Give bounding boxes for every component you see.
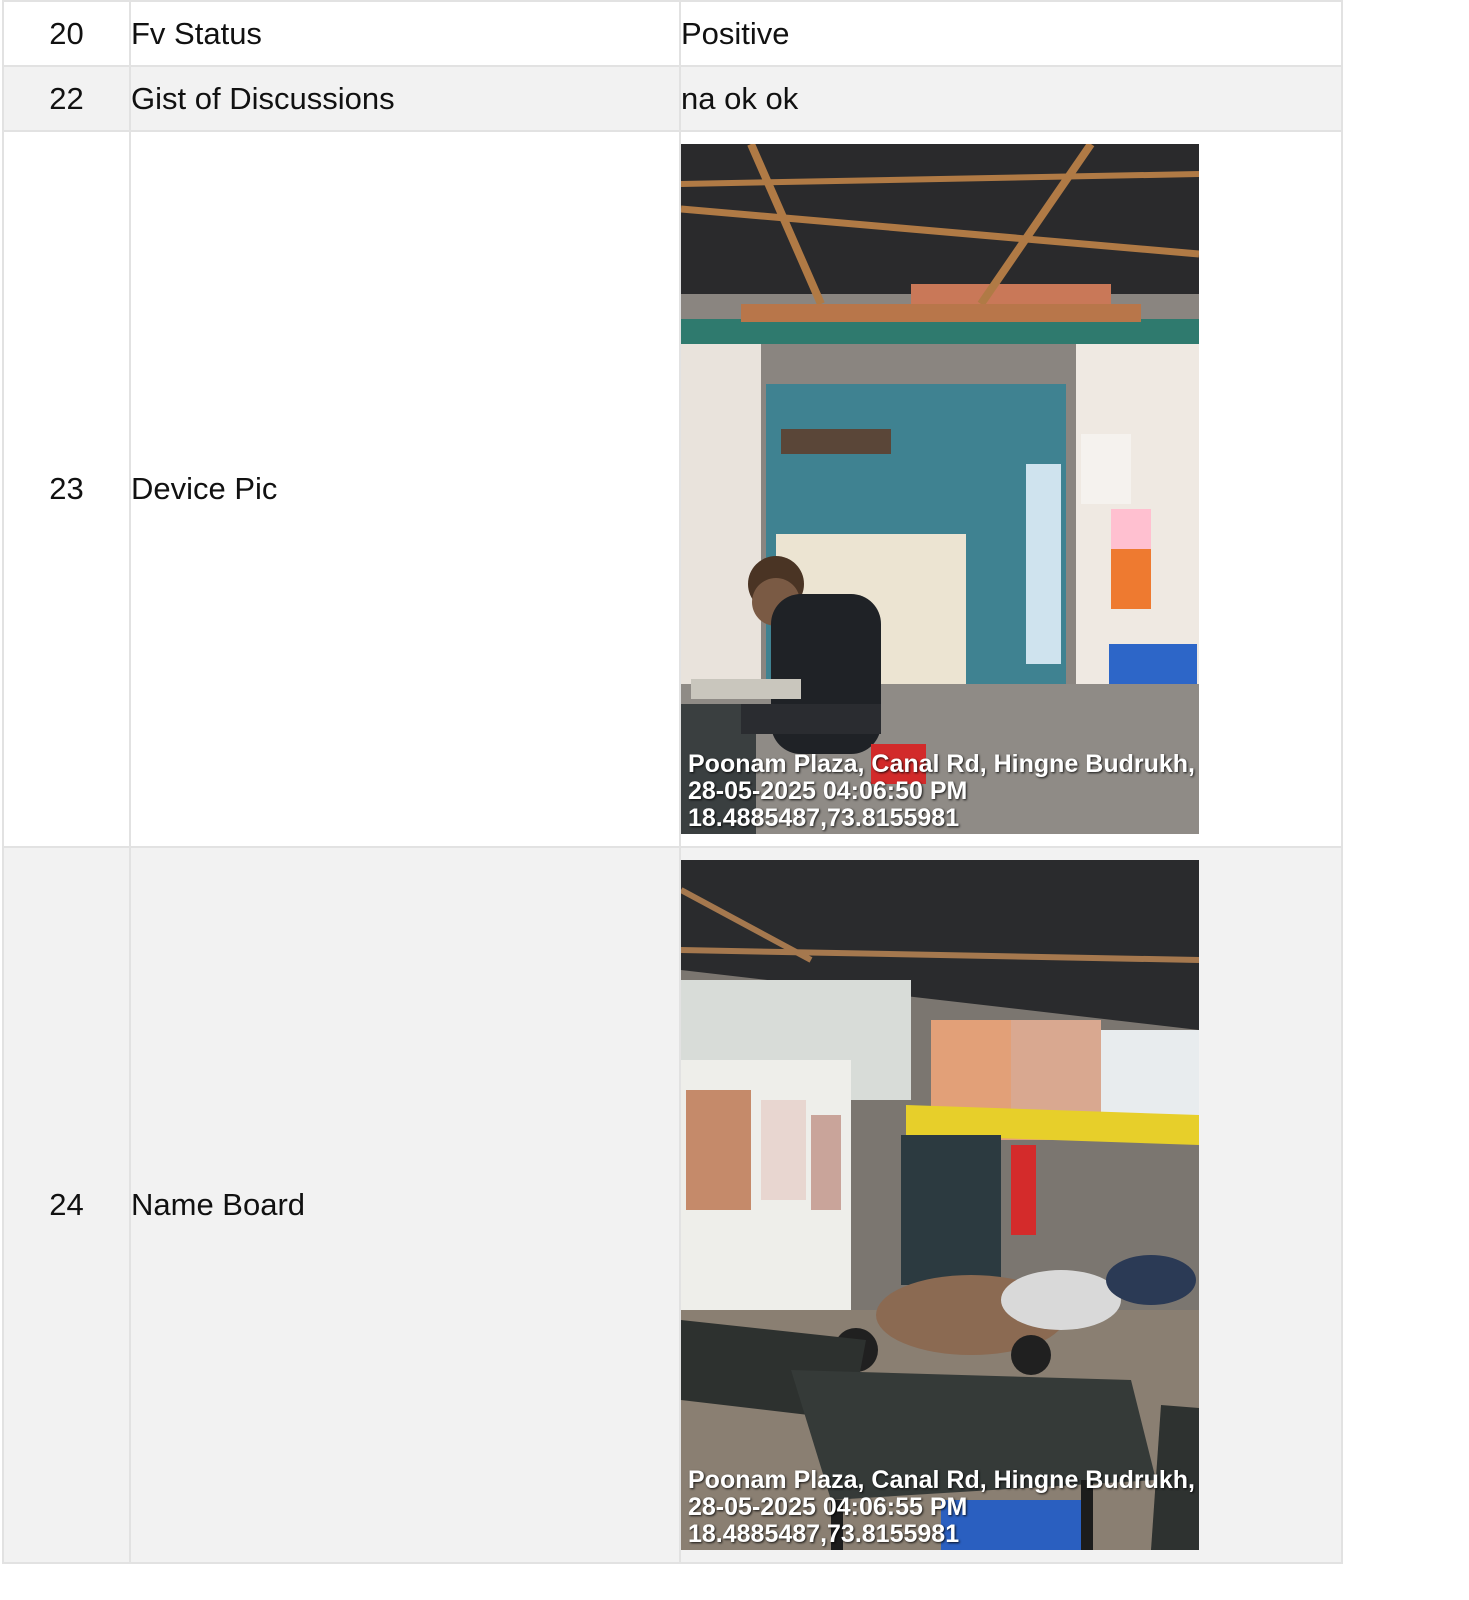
table-row: 20 Fv Status Positive [2,0,1343,67]
photo-timestamp: 28-05-2025 04:06:50 PM [688,777,968,805]
row-number: 24 [2,846,131,1564]
photo-stamp: Poonam Plaza, Canal Rd, Hingne Budrukh, … [688,751,1199,832]
field-value: na ok ok [679,65,1343,132]
photo-address: Poonam Plaza, Canal Rd, Hingne Budrukh, … [688,750,1199,778]
name-board-photo-image [681,860,1199,1550]
photo-cell: Poonam Plaza, Canal Rd, Hingne Budrukh, … [679,846,1343,1564]
row-number: 20 [2,0,131,67]
photo-coordinates: 18.4885487,73.8155981 [688,1520,960,1548]
row-number: 22 [2,65,131,132]
photo-cell: Poonam Plaza, Canal Rd, Hingne Budrukh, … [679,130,1343,848]
device-photo-image [681,144,1199,834]
field-label: Fv Status [129,0,681,67]
photo-address: Poonam Plaza, Canal Rd, Hingne Budrukh, … [688,1466,1199,1494]
table-row: 23 Device Pic Poonam Plaza, Canal Rd, Hi… [2,130,1343,848]
field-label: Gist of Discussions [129,65,681,132]
photo-stamp: Poonam Plaza, Canal Rd, Hingne Budrukh, … [688,1467,1199,1548]
field-label: Device Pic [129,130,681,848]
device-photo[interactable]: Poonam Plaza, Canal Rd, Hingne Budrukh, … [681,144,1199,834]
photo-coordinates: 18.4885487,73.8155981 [688,804,960,832]
field-visit-table: 20 Fv Status Positive 22 Gist of Discuss… [2,0,1343,1564]
field-value: Positive [679,0,1343,67]
row-number: 23 [2,130,131,848]
name-board-photo[interactable]: Poonam Plaza, Canal Rd, Hingne Budrukh, … [681,860,1199,1550]
photo-timestamp: 28-05-2025 04:06:55 PM [688,1493,968,1521]
table-row: 22 Gist of Discussions na ok ok [2,65,1343,132]
table-row: 24 Name Board Poonam Plaza, Canal Rd, Hi… [2,846,1343,1564]
field-label: Name Board [129,846,681,1564]
